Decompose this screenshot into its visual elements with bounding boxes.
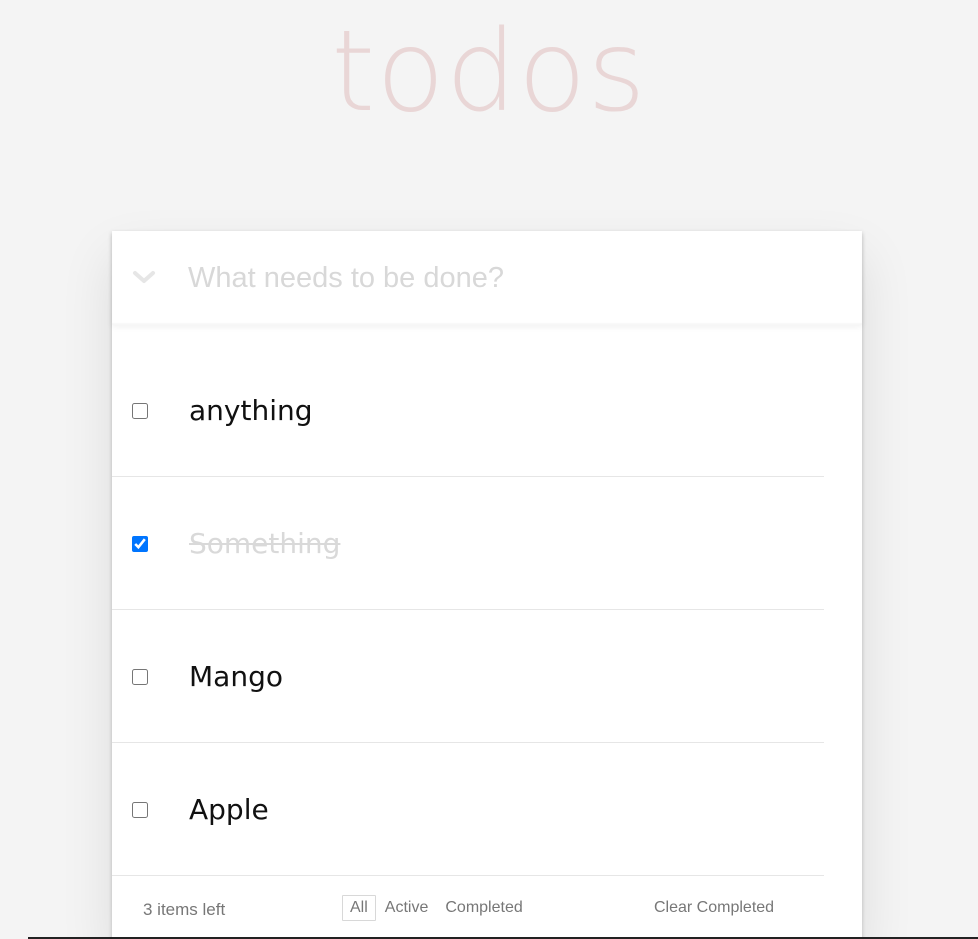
todo-checkbox[interactable]: [132, 802, 148, 818]
todo-list: anything Something Mango Apple: [112, 344, 824, 876]
filter-item: Completed: [437, 895, 531, 921]
todo-app: anything Something Mango Apple 3 items l…: [112, 231, 862, 939]
clear-completed-button[interactable]: Clear Completed: [654, 899, 774, 917]
todo-header: [112, 231, 862, 325]
new-todo-input[interactable]: [188, 253, 828, 303]
filter-item: Active: [377, 895, 438, 921]
todo-footer: 3 items left All Active Completed Clear …: [112, 876, 862, 939]
filter-item: All: [342, 895, 377, 921]
todo-item: Mango: [112, 610, 824, 743]
filter-active[interactable]: Active: [377, 895, 437, 921]
todo-item: Something: [112, 477, 824, 610]
todo-label[interactable]: Apple: [189, 788, 269, 832]
todo-item: Apple: [112, 743, 824, 876]
todo-checkbox[interactable]: [132, 536, 148, 552]
todo-label[interactable]: Mango: [189, 655, 283, 699]
app-title: todos: [331, 7, 647, 137]
todo-item: anything: [112, 344, 824, 477]
filter-list: All Active Completed: [342, 895, 532, 921]
filter-completed[interactable]: Completed: [437, 895, 530, 921]
toggle-all-button[interactable]: [126, 259, 162, 295]
chevron-down-icon: [133, 271, 155, 283]
todo-checkbox[interactable]: [132, 669, 148, 685]
items-left-count: 3 items left: [143, 900, 226, 919]
todo-checkbox[interactable]: [132, 403, 148, 419]
todo-label[interactable]: Something: [189, 522, 340, 566]
todo-label[interactable]: anything: [189, 389, 313, 433]
filter-all[interactable]: All: [342, 895, 376, 921]
